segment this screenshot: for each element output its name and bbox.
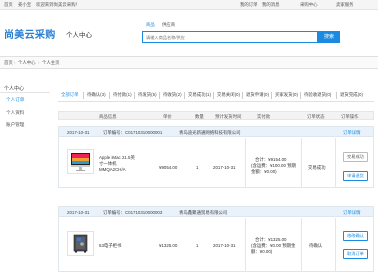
column-divider <box>245 138 246 188</box>
product-thumbnail[interactable] <box>67 149 94 174</box>
tab-divider <box>242 92 243 99</box>
tab-return-complete[interactable]: 退货完成(0) <box>340 92 363 98</box>
column-divider <box>301 138 302 188</box>
column-divider <box>245 218 246 272</box>
product-thumbnail[interactable] <box>67 231 94 256</box>
tab-completed[interactable]: 交易成功(1) <box>188 92 211 98</box>
search-box <box>142 31 318 43</box>
order-supplier[interactable]: 青岛鑫聚通贸易有限公司 <box>179 210 227 216</box>
breadcrumb: 首页 › 个人中心 › 个人主页 <box>0 56 378 69</box>
welcome-text: 欢迎来到尚美云采购！ <box>36 2 80 7</box>
quantity: 1 <box>196 165 199 170</box>
order-fee-note: (含运费：¥0.00 预期金额：¥0.00) <box>251 243 296 254</box>
order-detail-link[interactable]: 订单详情 <box>343 130 361 136</box>
product-name[interactable]: 53电子柜书 <box>99 243 121 249</box>
search-tab-supplier[interactable]: 供应商 <box>162 22 175 28</box>
section-title: 个人中心 <box>66 32 92 39</box>
order-header: 2017-10-31 订单编号：C01710310000001 青岛迪光新通网络… <box>59 127 373 137</box>
sidebar-divider <box>0 92 50 93</box>
unit-price: ¥9054.00 <box>159 165 178 170</box>
seller-service-link[interactable]: 卖家服务 <box>336 2 354 8</box>
sidebar-title: 个人中心 <box>4 86 25 92</box>
tab-divider <box>83 92 84 99</box>
top-bar: 首页 姜小宝 欢迎来到尚美云采购！ 我的订单 我的消息 采购中心 卖家服务 <box>0 0 378 10</box>
sidebar-item-personal-info[interactable]: 个人资料 <box>6 110 24 116</box>
tab-all-orders[interactable]: 全部订单 <box>61 92 79 98</box>
home-link[interactable]: 首页 <box>4 2 13 8</box>
tab-pending-return-check[interactable]: 待验收退货(0) <box>304 92 331 98</box>
safe-box-image <box>73 234 88 253</box>
tab-divider <box>271 92 272 99</box>
buyer-center-link[interactable]: 采购中心 <box>300 2 318 8</box>
column-header-ship-date: 预计发货时间 <box>215 113 242 119</box>
order-header: 2017-10-31 订单编号：C01710310000003 青岛鑫聚通贸易有… <box>59 207 373 217</box>
order-detail-link[interactable]: 订单详情 <box>343 210 361 216</box>
tab-buyer-shipped[interactable]: 买家发货(0) <box>275 92 298 98</box>
column-divider <box>335 138 336 188</box>
unit-price: ¥1325.00 <box>159 243 178 248</box>
table-header: 商品信息 单价 数量 预计发货时间 实付款 订单状态 订单操作 <box>58 111 374 120</box>
column-header-status: 订单状态 <box>307 113 325 119</box>
column-header-product: 商品信息 <box>99 113 117 119</box>
breadcrumb-home[interactable]: 首页 <box>4 60 13 66</box>
tab-pending-confirm[interactable]: 待确认(3) <box>87 92 106 98</box>
tab-pending-payment[interactable]: 待付款(1) <box>113 92 132 98</box>
tab-divider <box>300 92 301 99</box>
tab-divider <box>213 92 214 99</box>
tab-closed[interactable]: 交易关闭(0) <box>217 92 240 98</box>
search-input[interactable] <box>143 32 317 42</box>
cancel-order-button[interactable]: 取消订单 <box>343 249 368 259</box>
modify-confirm-button[interactable]: 修改确认 <box>343 231 368 241</box>
order-card: 2017-10-31 订单编号：C01710310000001 青岛迪光新通网络… <box>58 126 374 188</box>
tab-divider <box>134 92 135 99</box>
brand-logo[interactable]: 尚美云采购 <box>4 26 56 41</box>
tab-pending-shipment[interactable]: 待发货(5) <box>138 92 157 98</box>
quantity: 1 <box>196 243 199 248</box>
order-card: 2017-10-31 订单编号：C01710310000003 青岛鑫聚通贸易有… <box>58 206 374 272</box>
breadcrumb-separator-icon: › <box>38 60 40 65</box>
order-status-tabs: 全部订单 待确认(3) 待付款(1) 待发货(5) 待收货(2) 交易成功(1)… <box>58 90 374 102</box>
breadcrumb-personal-home[interactable]: 个人主页 <box>42 60 60 66</box>
ship-date: 2017-10-31 <box>213 243 236 248</box>
tab-divider <box>159 92 160 99</box>
column-header-qty: 数量 <box>195 113 204 119</box>
search-tab-goods[interactable]: 商品 <box>146 22 155 28</box>
my-orders-link[interactable]: 我的订单 <box>240 2 258 8</box>
trade-success-button[interactable]: 交易成功 <box>343 152 368 162</box>
order-status: 交易成功 <box>308 165 326 170</box>
tab-pending-receipt[interactable]: 待收货(2) <box>163 92 182 98</box>
sidebar-item-personal-orders[interactable]: 个人订单 <box>6 97 24 103</box>
column-header-price: 单价 <box>163 113 172 119</box>
order-supplier[interactable]: 青岛迪光新通网络科技有限公司 <box>179 130 240 136</box>
column-divider <box>301 218 302 272</box>
apply-return-button[interactable]: 申请退货 <box>343 171 368 181</box>
column-divider <box>335 218 336 272</box>
order-status: 待确认 <box>309 243 323 248</box>
user-link[interactable]: 姜小宝 <box>18 2 31 8</box>
search-button[interactable]: 搜索 <box>318 31 340 43</box>
breadcrumb-personal-center[interactable]: 个人中心 <box>18 60 36 66</box>
order-number: 订单编号：C01710310000003 <box>103 209 163 215</box>
order-number: 订单编号：C01710310000001 <box>103 129 163 135</box>
breadcrumb-separator-icon: › <box>14 60 16 65</box>
column-header-paid: 实付款 <box>257 113 271 119</box>
tab-divider <box>336 92 337 99</box>
tab-return-request[interactable]: 退货申请(0) <box>246 92 269 98</box>
order-date: 2017-10-31 <box>67 209 90 215</box>
tab-divider <box>184 92 185 99</box>
tab-divider <box>109 92 110 99</box>
sidebar-item-account[interactable]: 账户管理 <box>6 122 24 128</box>
imac-image <box>71 153 90 171</box>
column-header-actions: 订单操作 <box>341 113 359 119</box>
messages-link[interactable]: 我的消息 <box>262 2 280 8</box>
order-fee-note: (含运费：¥100.00 预期金额：¥0.00) <box>251 163 296 174</box>
ship-date: 2017-10-31 <box>213 165 236 170</box>
product-name[interactable]: Apple iMac 21.5英寸一体机MMQA2CH/A <box>99 155 137 173</box>
order-date: 2017-10-31 <box>67 129 90 135</box>
